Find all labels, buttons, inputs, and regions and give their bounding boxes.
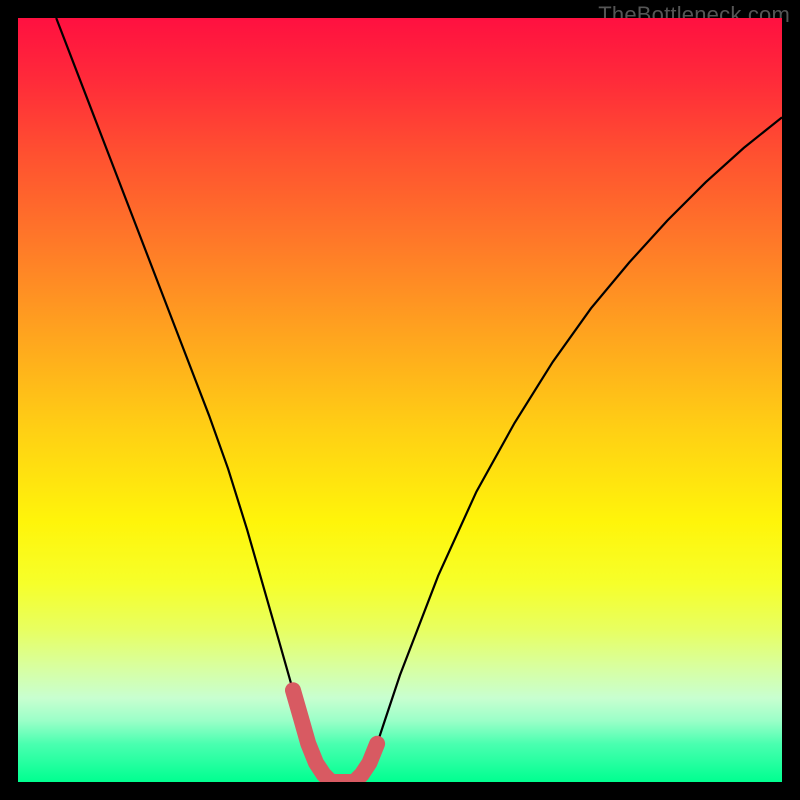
- chart-svg: [18, 18, 782, 782]
- bottleneck-curve-highlight: [293, 690, 377, 782]
- bottleneck-curve: [56, 18, 782, 782]
- chart-area: [18, 18, 782, 782]
